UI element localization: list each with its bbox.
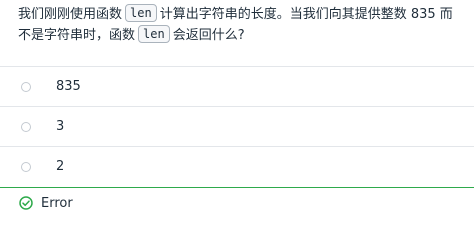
code-inline-len: len bbox=[125, 4, 157, 22]
radio-circle-icon[interactable] bbox=[21, 121, 31, 132]
answer-option-label: 2 bbox=[56, 159, 65, 174]
question-text: 我们刚刚使用函数 len 计算出字符串的长度。当我们向其提供整数 835 而不是字符… bbox=[18, 4, 464, 46]
question-part-3: 会返回什么? bbox=[172, 28, 245, 43]
answer-option-3[interactable]: 2 bbox=[0, 146, 474, 186]
radio-circle-icon[interactable] bbox=[21, 81, 31, 92]
radio-circle-icon[interactable] bbox=[21, 161, 31, 172]
answer-option-2[interactable]: 3 bbox=[0, 106, 474, 146]
check-circle-icon bbox=[19, 196, 33, 210]
answer-option-label: 835 bbox=[56, 79, 81, 94]
answer-option-label: Error bbox=[41, 195, 73, 211]
answer-option-4-correct[interactable]: Error bbox=[0, 187, 474, 218]
answer-option-label: 3 bbox=[56, 119, 65, 134]
question-part-1: 我们刚刚使用函数 bbox=[18, 7, 123, 22]
answer-option-1[interactable]: 835 bbox=[0, 66, 474, 106]
code-inline-len: len bbox=[138, 25, 170, 43]
